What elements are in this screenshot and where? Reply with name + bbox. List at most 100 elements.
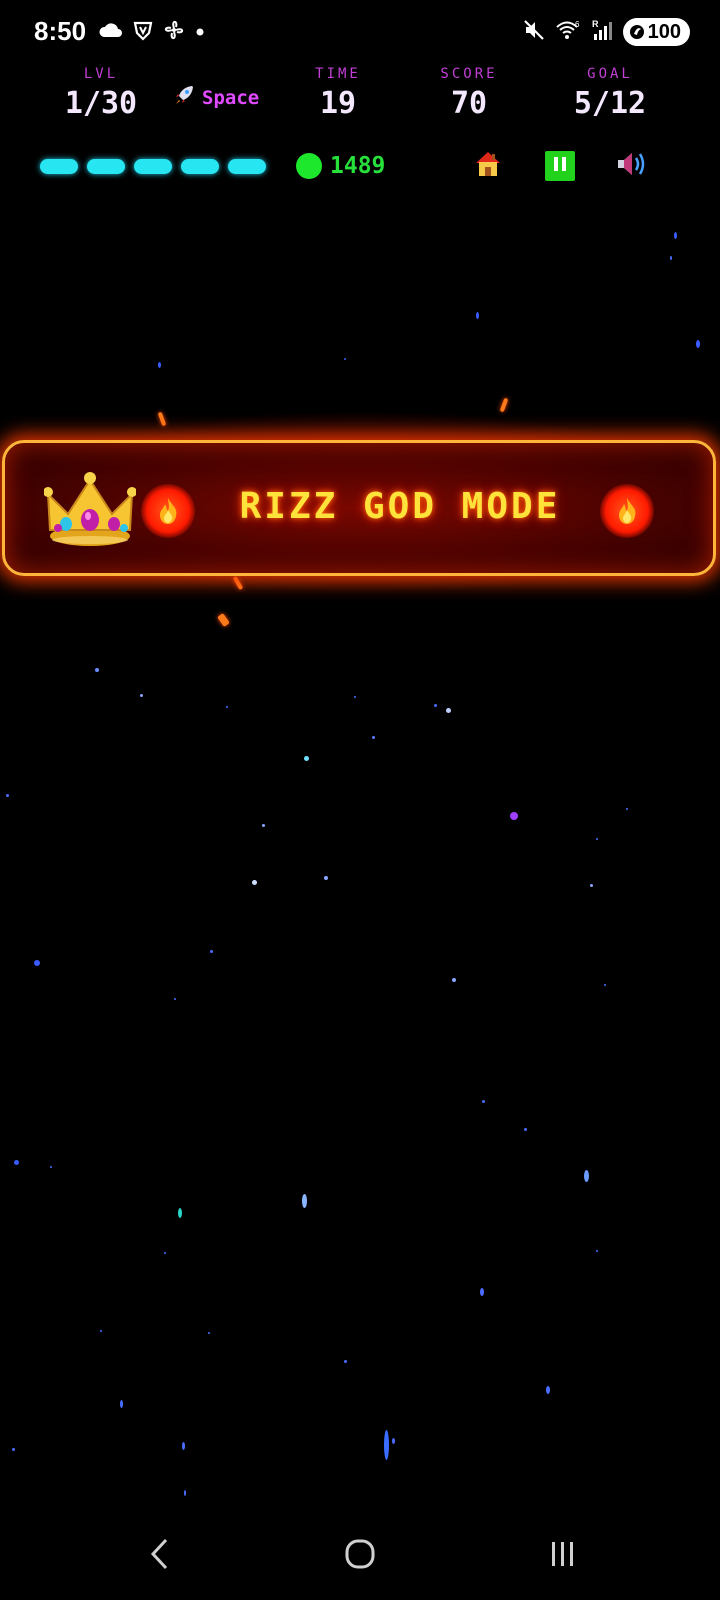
status-time: 8:50 (34, 16, 87, 46)
battery-level: 100 (647, 20, 681, 43)
star (164, 1252, 166, 1254)
status-right-icons: 6 R 100 (523, 18, 690, 46)
status-bar: 8:50 6 R 100 (0, 0, 720, 66)
star (696, 340, 700, 348)
star (304, 756, 309, 761)
star (100, 1330, 102, 1332)
star (372, 736, 375, 739)
star (546, 1386, 550, 1394)
back-icon (148, 1537, 172, 1575)
star (178, 1208, 182, 1218)
speaker-icon (615, 148, 649, 184)
star (670, 256, 672, 260)
spark (217, 613, 230, 627)
star (596, 838, 598, 840)
home-nav-button[interactable] (338, 1534, 382, 1578)
star (584, 1170, 589, 1182)
star (174, 998, 176, 1000)
star (604, 984, 606, 986)
star (446, 708, 451, 713)
star (182, 1442, 185, 1450)
goal-value: 5/12 (573, 86, 647, 121)
rocket-icon (174, 84, 196, 111)
svg-text:6: 6 (575, 20, 580, 29)
home-icon (472, 148, 504, 184)
coin-icon (296, 153, 322, 179)
game-screen: 8:50 6 R 100 LVL 1/30 Space TIME 19 SCOR… (0, 0, 720, 1600)
star (302, 1194, 307, 1208)
pause-icon (551, 155, 569, 177)
fan-icon (162, 18, 186, 46)
star (344, 1360, 347, 1363)
star (34, 960, 40, 966)
star (50, 1166, 52, 1168)
star (120, 1400, 123, 1408)
signal-icon: R (591, 18, 613, 46)
life-segment (40, 159, 78, 174)
world-indicator: Space (174, 84, 259, 111)
star (210, 950, 213, 953)
lives-bar (40, 159, 266, 174)
star (480, 1288, 484, 1296)
time-label: TIME (315, 66, 361, 82)
score-label: SCORE (440, 66, 498, 82)
star (354, 696, 356, 698)
star (482, 1100, 485, 1103)
coin-counter: 1489 (296, 153, 385, 179)
time-value: 19 (319, 86, 357, 121)
life-segment (87, 159, 125, 174)
star (596, 1250, 598, 1252)
goal-label: GOAL (587, 66, 633, 82)
battery-icon: 100 (622, 18, 690, 46)
mute-icon (523, 19, 545, 45)
star (590, 884, 593, 887)
star (95, 668, 99, 672)
star (262, 824, 265, 827)
life-segment (181, 159, 219, 174)
level-label: LVL (83, 66, 119, 82)
cloud-icon (98, 21, 124, 43)
star (434, 704, 437, 707)
star (626, 808, 628, 810)
star (674, 232, 677, 239)
banner-title: RIZZ GOD MODE (239, 486, 561, 527)
star (14, 1160, 19, 1165)
wifi-icon: 6 (555, 19, 581, 45)
star (344, 358, 346, 360)
coin-value: 1489 (330, 153, 386, 179)
recents-button[interactable] (541, 1534, 585, 1578)
vpn-shield-icon (132, 19, 154, 45)
life-segment (228, 159, 266, 174)
goal-stat: GOAL 5/12 (555, 66, 665, 121)
recents-icon (548, 1539, 578, 1573)
star (476, 312, 479, 319)
star (510, 812, 518, 820)
status-left-icons (98, 18, 206, 46)
star (324, 876, 328, 880)
star (184, 1490, 186, 1496)
star (524, 1128, 527, 1131)
fire-icon (141, 484, 195, 538)
spark (499, 397, 509, 413)
star (6, 794, 9, 797)
time-stat: TIME 19 (283, 66, 393, 121)
score-stat: SCORE 70 (414, 66, 524, 121)
level-stat: LVL 1/30 (46, 66, 156, 121)
star (226, 706, 228, 708)
back-button[interactable] (138, 1534, 182, 1578)
star (158, 362, 161, 368)
star (452, 978, 456, 982)
fire-icon (600, 484, 654, 538)
pause-button[interactable] (545, 151, 575, 181)
star (208, 1332, 210, 1334)
system-nav-bar (0, 1500, 720, 1600)
star (252, 880, 257, 885)
level-value: 1/30 (64, 86, 138, 121)
life-segment (134, 159, 172, 174)
world-name: Space (202, 86, 260, 109)
dot-icon (194, 23, 206, 42)
star (392, 1438, 395, 1444)
sound-button[interactable] (614, 148, 650, 184)
score-value: 70 (450, 86, 488, 121)
home-button[interactable] (470, 148, 506, 184)
